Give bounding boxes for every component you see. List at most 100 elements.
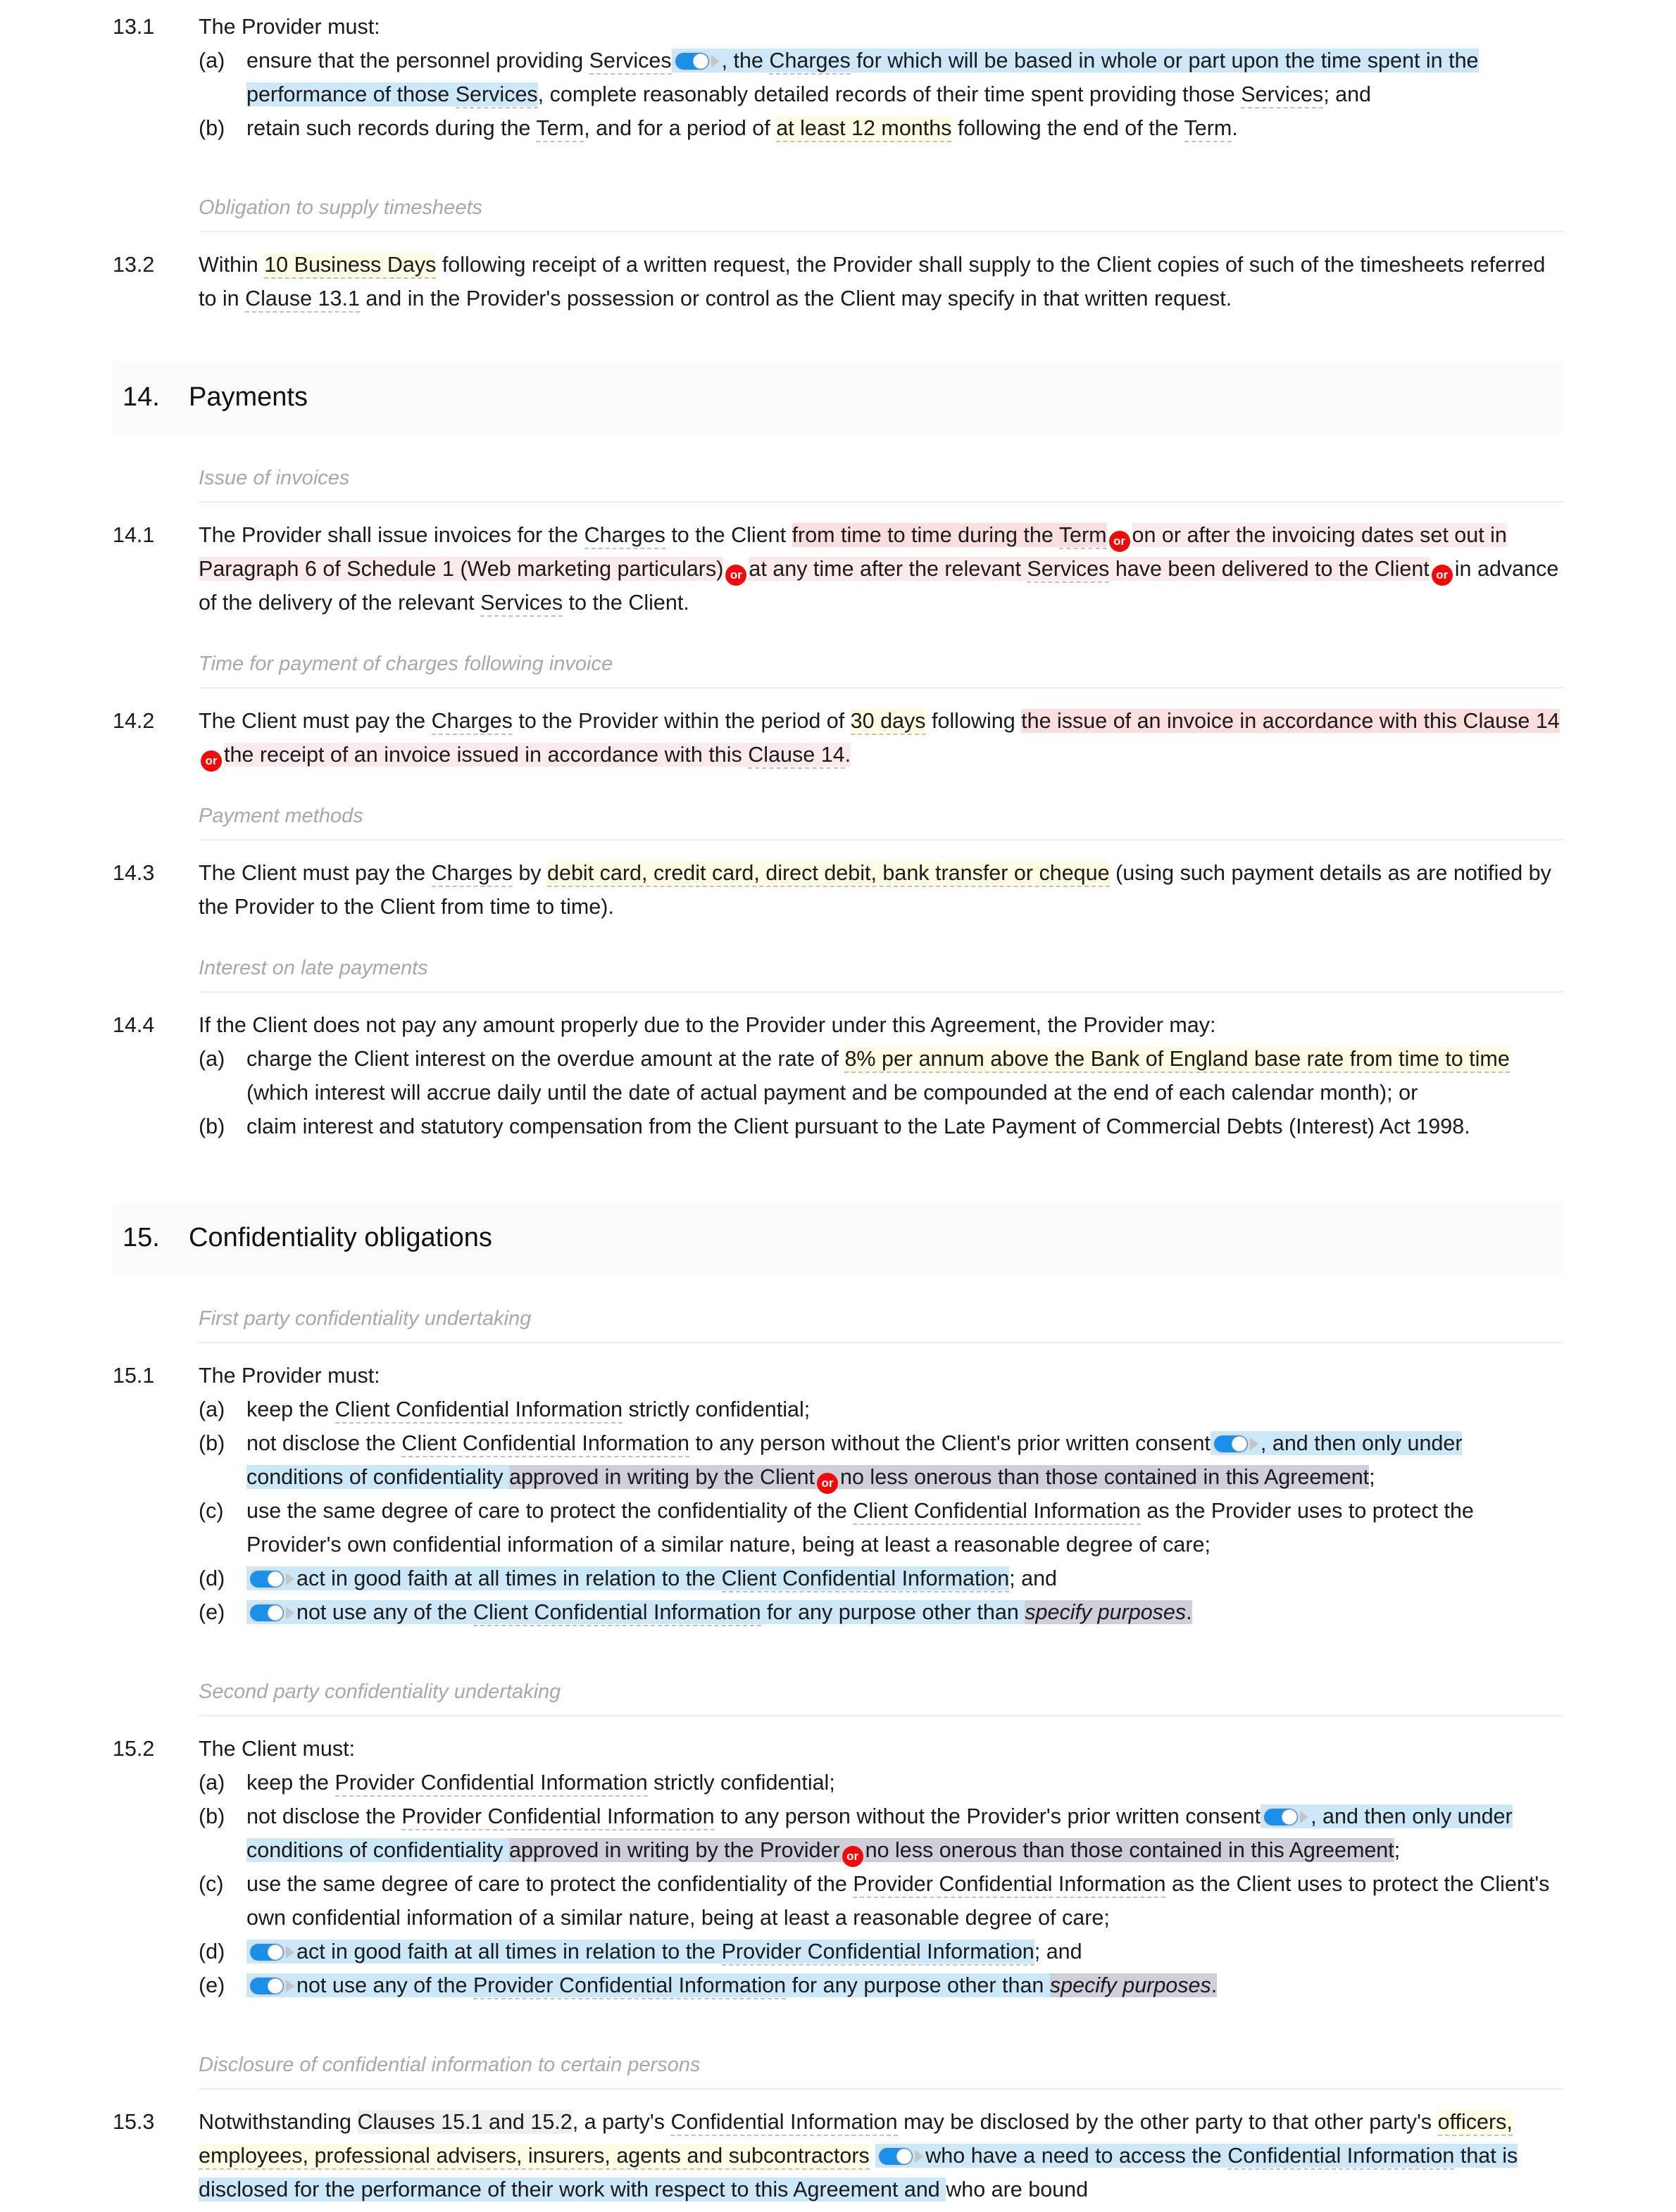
defined-term-provider-confidential-information[interactable]: Provider Confidential Information: [853, 1872, 1166, 1898]
defined-term-provider-confidential-information[interactable]: Provider Confidential Information: [401, 1804, 715, 1830]
toggle-switch-on-icon[interactable]: [877, 2147, 924, 2166]
defined-term-confidential-information[interactable]: Confidential Information: [1227, 2144, 1455, 2170]
or-alternative-badge-icon[interactable]: or: [725, 565, 747, 586]
toggle-switch-on-icon[interactable]: [249, 1569, 294, 1589]
text-run: , and for a period of: [584, 116, 777, 140]
clause-text: The Client must pay the Charges by debit…: [199, 856, 1563, 924]
subheading-time-for-payment: Time for payment of charges following in…: [113, 648, 1563, 689]
defined-term-term[interactable]: Term: [536, 116, 584, 142]
text-run: Notwithstanding: [199, 2110, 358, 2134]
sub-item-a: (a) keep the Provider Confidential Infor…: [199, 1766, 1563, 1799]
document-body: 13.1 The Provider must: (a) ensure that …: [0, 0, 1676, 2206]
subheading-text: Obligation to supply timesheets: [199, 191, 1563, 232]
highlight-pink-light-run[interactable]: the receipt of an invoice issued in acco…: [224, 743, 851, 769]
clause-body: The Client must: (a) keep the Provider C…: [199, 1732, 1563, 2002]
defined-term-charges[interactable]: Charges: [431, 861, 513, 887]
text-run: act in good faith at all times in relati…: [296, 1566, 722, 1590]
highlight-yellow-run[interactable]: 10 Business Days: [264, 253, 437, 279]
defined-term-charges[interactable]: Charges: [431, 709, 513, 735]
or-alternative-badge-icon[interactable]: or: [201, 750, 222, 772]
defined-term-charges[interactable]: Charges: [584, 523, 665, 549]
defined-term-provider-confidential-information[interactable]: Provider Confidential Information: [334, 1771, 648, 1797]
highlight-yellow-run[interactable]: at least 12 months: [776, 116, 952, 142]
sub-letter: (d): [199, 1940, 225, 1963]
defined-term-provider-confidential-information[interactable]: Provider Confidential Information: [473, 1973, 787, 1999]
toggle-switch-on-icon[interactable]: [249, 1976, 294, 1996]
toggle-switch-on-icon[interactable]: [249, 1603, 294, 1623]
highlight-yellow-run[interactable]: 8% per annum above the Bank of England b…: [844, 1047, 1510, 1073]
highlight-yellow-run[interactable]: 30 days: [850, 709, 926, 735]
defined-term-provider-confidential-information[interactable]: Provider Confidential Information: [721, 1940, 1034, 1966]
or-alternative-badge-icon[interactable]: or: [1108, 531, 1130, 552]
clause-number: 15.1: [113, 1364, 155, 1388]
sub-letter: (e): [199, 1600, 225, 1624]
clause-14-2: 14.2 The Client must pay the Charges to …: [0, 704, 1676, 772]
subheading-text: Time for payment of charges following in…: [199, 648, 1563, 689]
or-alternative-badge-icon[interactable]: or: [817, 1473, 839, 1494]
placeholder-specify-purposes[interactable]: specify purposes: [1025, 1600, 1187, 1624]
clause-cross-reference[interactable]: Clause 14: [748, 743, 845, 769]
highlight-blue-run[interactable]: not use any of the Provider Confidential…: [246, 1973, 1050, 1999]
clause-14-1: 14.1 The Provider shall issue invoices f…: [0, 518, 1676, 620]
defined-term-services[interactable]: Services: [1027, 557, 1110, 583]
subheading-second-party-confidentiality: Second party confidentiality undertaking: [113, 1676, 1563, 1716]
defined-term-services[interactable]: Services: [455, 82, 538, 108]
defined-term-charges[interactable]: Charges: [769, 49, 851, 75]
sub-letter: (b): [199, 1431, 225, 1455]
defined-term-client-confidential-information[interactable]: Client Confidential Information: [401, 1431, 689, 1457]
subheading-text: First party confidentiality undertaking: [199, 1302, 1563, 1343]
defined-term-client-confidential-information[interactable]: Client Confidential Information: [334, 1397, 623, 1424]
or-alternative-badge-icon[interactable]: or: [842, 1846, 863, 1867]
text-run: .: [1211, 1973, 1218, 1997]
text-run: ; and: [1009, 1566, 1057, 1590]
text-run: ; and: [1034, 1940, 1082, 1963]
defined-term-services[interactable]: Services: [1241, 82, 1324, 108]
text-run: to the Client.: [563, 591, 689, 615]
text-run: for any purpose other than: [761, 1600, 1025, 1624]
clause-number: 14.2: [113, 709, 155, 733]
toggle-switch-on-icon[interactable]: [1263, 1807, 1309, 1827]
highlight-blue-run[interactable]: act in good faith at all times in relati…: [246, 1566, 1010, 1592]
defined-term-services[interactable]: Services: [480, 591, 563, 617]
toggle-switch-on-icon[interactable]: [249, 1942, 294, 1962]
highlight-pink-run[interactable]: the issue of an invoice in accordance wi…: [1021, 709, 1560, 733]
clause-text: Within 10 Business Days following receip…: [199, 248, 1563, 315]
clause-lead-text: The Client must:: [199, 1737, 356, 1761]
placeholder-specify-purposes[interactable]: specify purposes: [1049, 1973, 1211, 1997]
highlight-pink-run[interactable]: from time to time during the Term: [792, 523, 1107, 549]
defined-term-services[interactable]: Services: [589, 49, 672, 75]
highlight-lavender-run[interactable]: approved in writing by the Provider or no …: [509, 1838, 1394, 1867]
highlight-lavender-run[interactable]: approved in writing by the Client or no le…: [509, 1465, 1370, 1494]
clause-15-2: 15.2 The Client must: (a) keep the Provi…: [0, 1732, 1676, 2002]
text-run: approved in writing by the Client: [509, 1465, 815, 1489]
toggle-switch-on-icon[interactable]: [1212, 1434, 1258, 1454]
text-run: no less onerous than those contained in …: [840, 1465, 1370, 1489]
highlight-yellow-run[interactable]: debit card, credit card, direct debit, b…: [547, 861, 1110, 887]
text-run: following: [925, 709, 1022, 733]
defined-term-client-confidential-information[interactable]: Client Confidential Information: [473, 1600, 761, 1626]
defined-term-confidential-information[interactable]: Confidential Information: [670, 2110, 898, 2136]
defined-term-client-confidential-information[interactable]: Client Confidential Information: [853, 1499, 1141, 1525]
clause-14-3: 14.3 The Client must pay the Charges by …: [0, 856, 1676, 924]
defined-term-term[interactable]: Term: [1058, 523, 1107, 549]
defined-term-client-confidential-information[interactable]: Client Confidential Information: [721, 1566, 1010, 1592]
sub-letter: (c): [199, 1872, 224, 1896]
section-title: Payments: [189, 382, 308, 412]
or-alternative-badge-icon[interactable]: or: [1431, 565, 1453, 586]
text-run: not use any of the: [296, 1600, 473, 1624]
highlight-blue-run[interactable]: not use any of the Client Confidential I…: [246, 1600, 1025, 1626]
toggle-switch-on-icon[interactable]: [673, 51, 720, 71]
clause-cross-reference[interactable]: Clause 13.1: [245, 287, 360, 313]
highlight-pink-light-run[interactable]: at any time after the relevant Services …: [749, 557, 1430, 583]
defined-term-term[interactable]: Term: [1184, 116, 1232, 142]
clause-cross-reference[interactable]: Clauses 15.1 and 15.2: [357, 2110, 573, 2134]
sub-text: keep the Provider Confidential Informati…: [246, 1766, 1563, 1799]
text-run: approved in writing by the Provider: [509, 1838, 840, 1862]
sub-item-c: (c) use the same degree of care to prote…: [199, 1494, 1563, 1561]
text-run: have been delivered to the Client: [1109, 557, 1430, 581]
text-run: (which interest will accrue daily until …: [246, 1081, 1418, 1105]
highlight-blue-run[interactable]: act in good faith at all times in relati…: [246, 1940, 1034, 1966]
sub-text: charge the Client interest on the overdu…: [246, 1042, 1563, 1110]
